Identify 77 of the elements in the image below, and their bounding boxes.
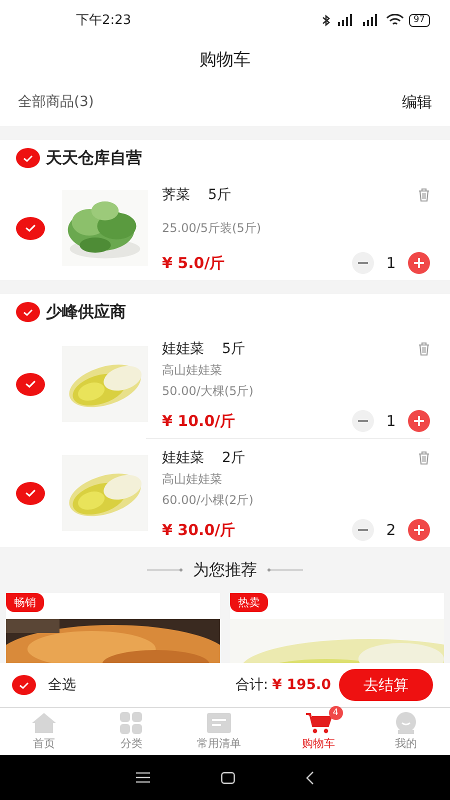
- product-name: 娃娃菜: [162, 449, 204, 467]
- divider-arrow-icon: [147, 568, 183, 572]
- trash-icon[interactable]: [418, 188, 430, 202]
- home-icon: [30, 712, 57, 734]
- total-label: 合计:: [235, 676, 268, 694]
- product-card[interactable]: 畅销: [6, 593, 220, 663]
- status-time: 下午2:23: [76, 12, 132, 29]
- select-all-label: 全选: [48, 676, 76, 694]
- bluetooth-icon: [322, 14, 331, 26]
- check-icon: [25, 224, 36, 232]
- plus-icon: [414, 525, 424, 535]
- menu-icon[interactable]: [136, 772, 150, 783]
- check-icon: [23, 308, 33, 316]
- item-checkbox[interactable]: [16, 482, 45, 504]
- item-count: 全部商品(3): [18, 93, 94, 111]
- page-title: 购物车: [200, 48, 250, 70]
- store-checkbox[interactable]: [16, 148, 40, 168]
- cart-icon: [304, 712, 333, 734]
- edit-button[interactable]: 编辑: [402, 92, 432, 112]
- wifi-icon: [386, 14, 404, 26]
- product-spec: 60.00/小棵(2斤): [162, 492, 254, 509]
- section-title: 为您推荐: [193, 560, 257, 580]
- decrease-button[interactable]: [352, 252, 374, 274]
- product-weight: 2斤: [222, 449, 245, 467]
- checkout-button[interactable]: 去结算: [339, 669, 433, 701]
- total-amount: ¥ 195.0: [272, 677, 331, 693]
- item-checkbox[interactable]: [16, 216, 45, 240]
- product-subtitle: 高山娃娃菜: [162, 362, 223, 379]
- back-icon[interactable]: [306, 770, 314, 784]
- product-name: 荠菜: [162, 186, 190, 204]
- tab[interactable]: 4 购物车: [274, 708, 362, 755]
- divider-arrow-icon: [267, 568, 303, 572]
- trash-icon[interactable]: [418, 451, 430, 465]
- check-icon: [25, 489, 36, 497]
- minus-icon: [358, 420, 368, 422]
- product-tag: 热卖: [230, 593, 268, 612]
- plus-icon: [414, 258, 424, 268]
- item-checkbox[interactable]: [16, 372, 45, 396]
- quantity-value: 1: [385, 254, 397, 272]
- grid-icon: [120, 712, 142, 734]
- minus-icon: [358, 529, 368, 531]
- product-name: 娃娃菜: [162, 340, 204, 358]
- store-name: 少峰供应商: [46, 302, 126, 322]
- tab[interactable]: 常用清单: [175, 708, 263, 755]
- quantity-value: 2: [385, 521, 397, 539]
- tab[interactable]: 分类: [88, 708, 176, 755]
- decrease-button[interactable]: [352, 410, 374, 432]
- check-icon: [25, 380, 36, 388]
- product-price: ¥ 10.0/斤: [162, 412, 236, 430]
- product-card[interactable]: 热卖: [230, 593, 444, 663]
- store-name: 天天仓库自营: [46, 148, 142, 168]
- user-icon: [395, 712, 418, 734]
- product-weight: 5斤: [222, 340, 245, 358]
- product-price: ¥ 30.0/斤: [162, 520, 236, 540]
- increase-button[interactable]: [408, 519, 430, 541]
- product-price: ¥ 5.0/斤: [162, 254, 225, 272]
- tab[interactable]: 首页: [0, 708, 88, 755]
- select-all-checkbox[interactable]: [12, 675, 36, 695]
- increase-button[interactable]: [408, 410, 430, 432]
- check-icon: [23, 154, 33, 162]
- list-icon: [206, 713, 231, 733]
- trash-icon[interactable]: [418, 342, 430, 356]
- plus-icon: [414, 416, 424, 426]
- check-icon: [19, 682, 29, 688]
- battery-indicator: 97: [408, 14, 430, 26]
- increase-button[interactable]: [408, 252, 430, 274]
- home-button-icon[interactable]: [220, 772, 235, 784]
- product-subtitle: 高山娃娃菜: [162, 471, 223, 488]
- decrease-button[interactable]: [352, 519, 374, 541]
- quantity-value: 1: [385, 412, 397, 430]
- store-checkbox[interactable]: [16, 302, 40, 322]
- product-spec: 50.00/大棵(5斤): [162, 383, 254, 400]
- minus-icon: [358, 262, 368, 264]
- tab[interactable]: 我的: [362, 708, 450, 755]
- product-spec: 25.00/5斤装(5斤): [162, 220, 262, 236]
- product-tag: 畅销: [6, 593, 44, 612]
- product-weight: 5斤: [208, 186, 231, 204]
